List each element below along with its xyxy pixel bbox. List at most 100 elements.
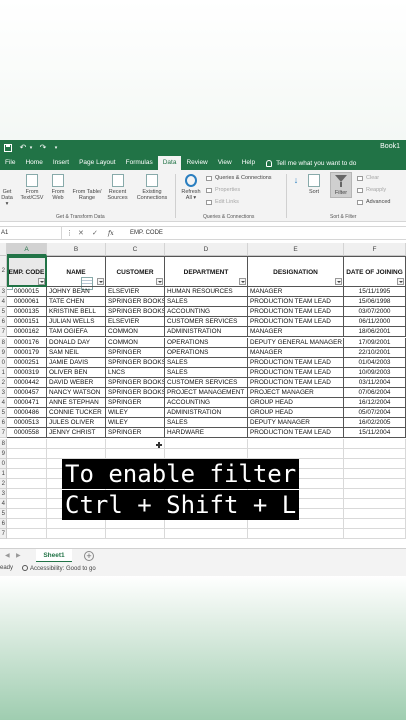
empty-cell[interactable]: [47, 519, 106, 530]
empty-cell[interactable]: [344, 478, 406, 489]
table-cell[interactable]: SPRINGER: [106, 398, 165, 409]
table-header-cell[interactable]: DESIGNATION: [248, 256, 344, 287]
table-cell[interactable]: 0000162: [7, 327, 47, 338]
table-cell[interactable]: OPERATIONS: [165, 347, 248, 358]
row-header[interactable]: 6: [0, 519, 7, 530]
from-table-range-button[interactable]: From Table/ Range: [69, 174, 105, 290]
table-cell[interactable]: 0000061: [7, 297, 47, 308]
table-cell[interactable]: 0000135: [7, 307, 47, 318]
tell-me-search[interactable]: Tell me what you want to do: [266, 156, 356, 170]
table-header-cell[interactable]: NAME: [47, 256, 106, 287]
table-cell[interactable]: 0000558: [7, 428, 47, 439]
table-cell[interactable]: 15/11/2004: [344, 428, 406, 439]
row-header[interactable]: 5: [0, 307, 7, 318]
table-cell[interactable]: 03/07/2000: [344, 307, 406, 318]
table-cell[interactable]: SPRINGER: [106, 428, 165, 439]
table-cell[interactable]: OPERATIONS: [165, 337, 248, 348]
table-cell[interactable]: SALES: [165, 367, 248, 378]
tab-home[interactable]: Home: [20, 156, 47, 170]
table-cell[interactable]: ELSEVIER: [106, 287, 165, 298]
table-cell[interactable]: 0000179: [7, 347, 47, 358]
empty-cell[interactable]: [47, 438, 106, 449]
table-cell[interactable]: 03/11/2004: [344, 377, 406, 388]
tab-file[interactable]: File: [0, 156, 20, 170]
table-cell[interactable]: 0000319: [7, 367, 47, 378]
save-icon[interactable]: [3, 142, 12, 153]
row-header[interactable]: 1: [0, 468, 7, 479]
row-header[interactable]: 5: [0, 408, 7, 419]
empty-cell[interactable]: [7, 478, 47, 489]
empty-cell[interactable]: [165, 529, 248, 540]
filter-dropdown-icon[interactable]: [38, 278, 45, 285]
table-cell[interactable]: WILEY: [106, 418, 165, 429]
table-cell[interactable]: 0000176: [7, 337, 47, 348]
table-cell[interactable]: SPRINGER BOOKS: [106, 388, 165, 399]
table-cell[interactable]: NANCY WATSON: [47, 388, 106, 399]
empty-cell[interactable]: [7, 489, 47, 500]
from-text-csv-button[interactable]: From Text/CSV: [18, 174, 46, 201]
select-all-corner[interactable]: [0, 243, 7, 256]
table-cell[interactable]: COMMON: [106, 337, 165, 348]
table-cell[interactable]: JULES OLIVER: [47, 418, 106, 429]
table-cell[interactable]: SPRINGER BOOKS: [106, 297, 165, 308]
table-cell[interactable]: PRODUCTION TEAM LEAD: [248, 357, 344, 368]
table-cell[interactable]: 0000457: [7, 388, 47, 399]
table-cell[interactable]: ADMINISTRATION: [165, 327, 248, 338]
tab-view[interactable]: View: [213, 156, 237, 170]
table-cell[interactable]: DEPUTY GENERAL MANAGER: [248, 337, 344, 348]
tab-page-layout[interactable]: Page Layout: [74, 156, 121, 170]
empty-cell[interactable]: [344, 468, 406, 479]
table-cell[interactable]: 0000471: [7, 398, 47, 409]
table-cell[interactable]: 05/07/2004: [344, 408, 406, 419]
tab-data[interactable]: Data: [157, 156, 182, 170]
empty-cell[interactable]: [248, 519, 344, 530]
table-cell[interactable]: KRISTINE BELL: [47, 307, 106, 318]
table-cell[interactable]: HUMAN RESOURCES: [165, 287, 248, 298]
row-header[interactable]: 9: [0, 347, 7, 358]
table-cell[interactable]: SPRINGER BOOKS: [106, 377, 165, 388]
redo-icon[interactable]: ↷: [38, 142, 48, 153]
empty-cell[interactable]: [344, 519, 406, 530]
table-cell[interactable]: 17/09/2001: [344, 337, 406, 348]
accessibility-status[interactable]: Accessibility: Good to go: [22, 565, 96, 572]
table-cell[interactable]: 01/04/2003: [344, 357, 406, 368]
empty-cell[interactable]: [344, 509, 406, 520]
table-cell[interactable]: SAM NEIL: [47, 347, 106, 358]
table-cell[interactable]: DEPUTY MANAGER: [248, 418, 344, 429]
row-header[interactable]: 3: [0, 287, 7, 298]
column-header-f[interactable]: F: [344, 243, 406, 256]
row-header[interactable]: 2: [0, 377, 7, 388]
empty-cell[interactable]: [344, 458, 406, 469]
tab-insert[interactable]: Insert: [48, 156, 74, 170]
undo-dropdown-icon[interactable]: ▾: [28, 142, 34, 153]
empty-cell[interactable]: [106, 519, 165, 530]
edit-links-button[interactable]: Edit Links: [206, 199, 239, 205]
row-header[interactable]: 6: [0, 317, 7, 328]
row-header[interactable]: 7: [0, 327, 7, 338]
table-cell[interactable]: PRODUCTION TEAM LEAD: [248, 307, 344, 318]
empty-cell[interactable]: [344, 499, 406, 510]
table-cell[interactable]: WILEY: [106, 408, 165, 419]
refresh-all-button[interactable]: Refresh All ▾: [179, 174, 203, 201]
column-header-e[interactable]: E: [248, 243, 344, 256]
empty-cell[interactable]: [248, 438, 344, 449]
empty-cell[interactable]: [7, 499, 47, 510]
table-cell[interactable]: TAM OGIEFA: [47, 327, 106, 338]
row-header[interactable]: 5: [0, 509, 7, 520]
table-cell[interactable]: TATE CHEN: [47, 297, 106, 308]
row-header[interactable]: 4: [0, 499, 7, 510]
table-cell[interactable]: ADMINISTRATION: [165, 408, 248, 419]
table-cell[interactable]: 0000251: [7, 357, 47, 368]
table-cell[interactable]: LNCS: [106, 367, 165, 378]
table-cell[interactable]: CUSTOMER SERVICES: [165, 377, 248, 388]
sort-button[interactable]: Sort: [303, 174, 325, 195]
table-cell[interactable]: 0000015: [7, 287, 47, 298]
row-header[interactable]: 2: [0, 256, 7, 287]
name-box-dropdown-icon[interactable]: ⋮: [66, 229, 73, 237]
empty-cell[interactable]: [7, 438, 47, 449]
filter-dropdown-icon[interactable]: [97, 278, 104, 285]
empty-cell[interactable]: [7, 468, 47, 479]
table-cell[interactable]: MANAGER: [248, 347, 344, 358]
table-cell[interactable]: PRODUCTION TEAM LEAD: [248, 297, 344, 308]
table-cell[interactable]: 06/11/2000: [344, 317, 406, 328]
